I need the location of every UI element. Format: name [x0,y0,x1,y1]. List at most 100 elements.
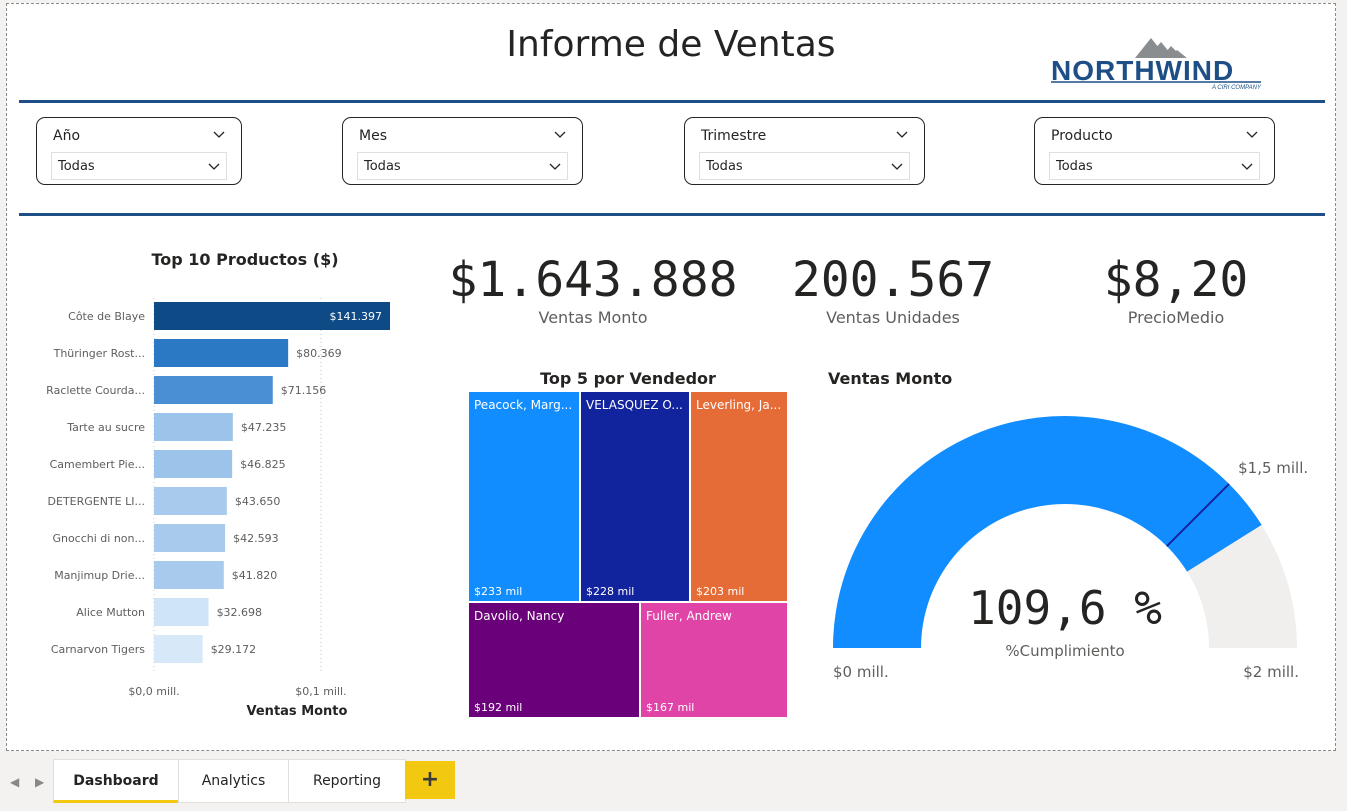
kpi-card-avg-price[interactable]: $8,20 PrecioMedio [1016,252,1336,327]
data-label: $71.156 [281,384,327,397]
treemap-cell[interactable]: Leverling, Ja... $203 mil [690,391,788,602]
data-label: $47.235 [241,421,286,434]
gauge-min-label: $0 mill. [833,663,889,681]
bar [154,635,203,663]
treemap-cell-value: $233 mil [474,585,523,598]
chevron-down-icon[interactable] [1246,128,1258,140]
chevron-right-icon[interactable]: ▶ [35,775,44,789]
y-category-label: Carnarvon Tigers [51,643,145,656]
tab-reporting[interactable]: Reporting [288,759,406,803]
slicer-year-value: Todas [58,159,95,174]
treemap-cell[interactable]: Davolio, Nancy $192 mil [468,602,640,718]
slicer-product[interactable]: Producto Todas [1034,117,1275,185]
chevron-down-icon[interactable] [554,128,566,140]
treemap-cell[interactable]: VELASQUEZ O... $228 mil [580,391,690,602]
y-category-label: Camembert Pie... [50,458,145,471]
data-label: $41.820 [232,569,277,582]
data-label: $29.172 [211,643,257,656]
chevron-down-icon [549,163,561,170]
top-products-chart[interactable]: Top 10 Productos ($) $0,0 mill. $0,1 mill… [27,249,407,719]
treemap-cell-value: $228 mil [586,585,635,598]
bar [154,413,233,441]
y-category-label: Gnocchi di non... [52,532,145,545]
northwind-logo: NORTHWIND A CIRI COMPANY [1051,38,1262,91]
gauge-max-label: $2 mill. [1243,663,1299,681]
slicer-quarter[interactable]: Trimestre Todas [684,117,925,185]
kpi-value: $8,20 [1103,252,1249,308]
gauge-subtitle: %Cumplimiento [1005,642,1124,660]
y-category-label: Côte de Blaye [68,310,145,323]
chevron-down-icon[interactable] [213,128,225,140]
y-category-label: DETERGENTE LI... [48,495,145,508]
bar [154,598,209,626]
chevron-down-icon[interactable] [896,128,908,140]
x-tick-label: $0,0 mill. [128,685,179,698]
data-label: $80.369 [296,347,342,360]
slicer-year-label: Año [53,128,81,144]
report-canvas: Informe de Ventas NORTHWIND A CIRI COMPA… [6,3,1336,751]
kpi-label: Ventas Unidades [826,308,960,327]
y-category-label: Tarte au sucre [66,421,145,434]
x-tick-label: $0,1 mill. [295,685,346,698]
treemap-cell-name: Leverling, Ja... [696,398,782,412]
y-category-label: Raclette Courda... [46,384,145,397]
treemap-cell-value: $167 mil [646,701,695,714]
treemap-cell[interactable]: Fuller, Andrew $167 mil [640,602,788,718]
data-label: $42.593 [233,532,279,545]
kpi-label: Ventas Monto [538,308,648,327]
chevron-down-icon [891,163,903,170]
gauge-plot: $1,5 mill. 109,6 % %Cumplimiento $0 mill. $2… [833,416,1308,681]
bar [154,561,224,589]
chevron-down-icon [1241,163,1253,170]
plus-icon: + [420,767,440,792]
kpi-card-sales-units[interactable]: 200.567 Ventas Unidades [733,252,1053,327]
y-category-label: Manjimup Drie... [54,569,145,582]
slicer-month-label: Mes [359,128,387,144]
bar [154,524,226,552]
chart-title: Top 5 por Vendedor [540,369,716,388]
slicer-quarter-dropdown[interactable]: Todas [699,152,910,180]
bar [154,487,227,515]
treemap-cell-name: Peacock, Marg... [474,398,573,412]
slicer-product-value: Todas [1056,159,1093,174]
slicer-product-dropdown[interactable]: Todas [1049,152,1260,180]
add-page-button[interactable]: + [405,761,455,799]
kpi-value: $1.643.888 [448,252,738,308]
header-divider [19,100,1325,103]
slicer-year-dropdown[interactable]: Todas [51,152,227,180]
page-tabs-bar: ◀ ▶ Dashboard Analytics Reporting + [0,757,1347,811]
kpi-label: PrecioMedio [1127,308,1225,327]
slicer-product-label: Producto [1051,128,1113,144]
y-category-label: Thüringer Rost... [53,347,145,360]
data-label: $32.698 [217,606,262,619]
sales-gauge[interactable]: Ventas Monto $1,5 mill. 109,6 % %Cumplimie… [817,366,1317,691]
slicer-month-value: Todas [364,159,401,174]
slicer-quarter-value: Todas [706,159,743,174]
logo-tagline: A CIRI COMPANY [1211,85,1262,91]
bar-chart-plot: $0,0 mill. $0,1 mill. Côte de Blaye $141.39… [46,298,390,719]
data-label: $46.825 [240,458,285,471]
kpi-card-sales-amount[interactable]: $1.643.888 Ventas Monto [433,252,753,327]
data-label: $43.650 [235,495,280,508]
slicer-quarter-label: Trimestre [701,128,767,144]
y-category-label: Alice Mutton [76,606,145,619]
treemap-cell-name: VELASQUEZ O... [586,398,683,412]
bar [154,450,233,478]
top-sellers-treemap[interactable]: Top 5 por Vendedor Peacock, Marg... $233… [468,366,788,718]
chevron-left-icon[interactable]: ◀ [10,775,19,789]
tab-dashboard[interactable]: Dashboard [53,759,179,803]
treemap-cell-name: Fuller, Andrew [646,609,732,623]
gauge-value: 109,6 % [968,581,1162,635]
slicer-year[interactable]: Año Todas [36,117,242,185]
tab-analytics[interactable]: Analytics [178,759,289,803]
slicer-month[interactable]: Mes Todas [342,117,583,185]
gauge-target-label: $1,5 mill. [1238,459,1308,477]
bar [154,339,289,367]
x-axis-title: Ventas Monto [247,704,348,719]
treemap-cell-value: $203 mil [696,585,745,598]
treemap-cell[interactable]: Peacock, Marg... $233 mil [468,391,580,602]
filters-divider [19,213,1325,216]
slicer-month-dropdown[interactable]: Todas [357,152,568,180]
treemap-cell-name: Davolio, Nancy [474,609,565,623]
chevron-down-icon [208,163,220,170]
